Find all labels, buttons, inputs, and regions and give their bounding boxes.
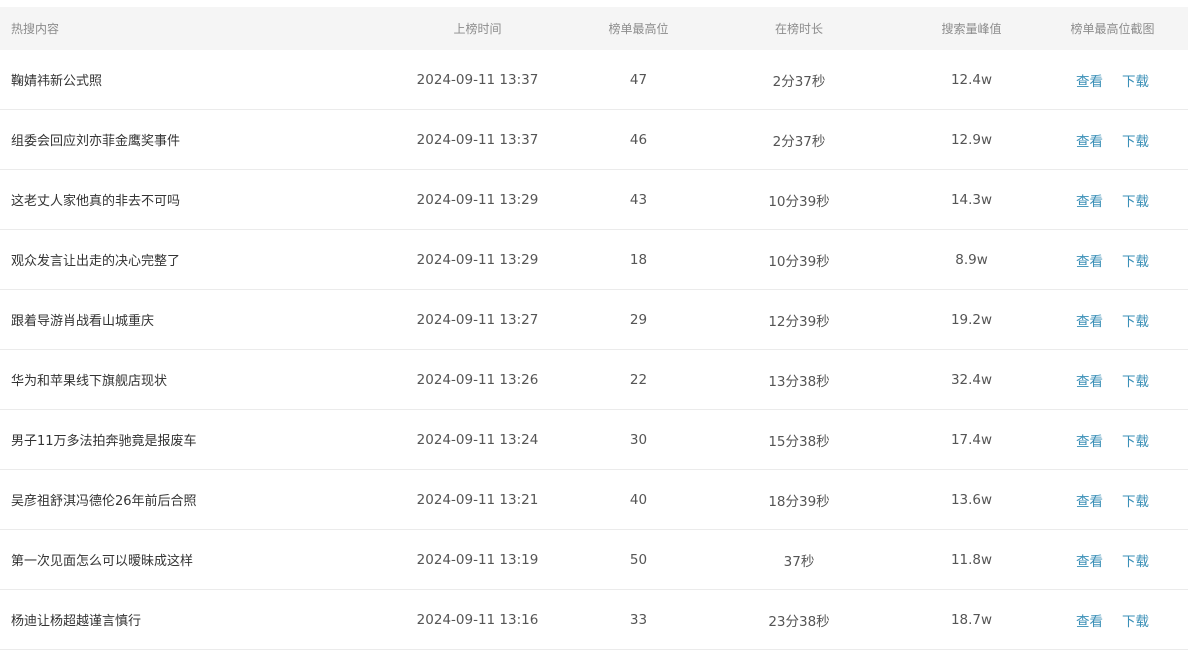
row-time: 2024-09-11 13:26 [416, 371, 539, 388]
row-title: 这老丈人家他真的非去不可吗 [11, 194, 181, 209]
row-title: 跟着导游肖战看山城重庆 [11, 314, 155, 329]
view-link[interactable]: 查看 [1076, 314, 1103, 330]
row-duration: 10分39秒 [768, 253, 830, 270]
row-peak: 17.4w [950, 431, 993, 448]
row-peak: 12.9w [950, 131, 993, 148]
row-peak: 11.8w [950, 551, 993, 568]
row-actions: 查看 下载 [1037, 490, 1188, 510]
row-rank: 47 [629, 71, 648, 88]
row-peak: 32.4w [950, 371, 993, 388]
row-duration: 13分38秒 [768, 373, 830, 390]
row-time: 2024-09-11 13:24 [416, 431, 539, 448]
row-peak: 13.6w [950, 491, 993, 508]
hot-search-table: 热搜内容 上榜时间 榜单最高位 在榜时长 搜索量峰值 榜单最高位截图 鞠婧祎新公… [0, 7, 1188, 650]
row-title: 观众发言让出走的决心完整了 [11, 254, 181, 269]
row-duration: 10分39秒 [768, 193, 830, 210]
download-link[interactable]: 下载 [1122, 254, 1149, 270]
row-rank: 18 [629, 251, 648, 268]
row-actions: 查看 下载 [1037, 610, 1188, 630]
header-peak: 搜索量峰值 [941, 22, 1002, 36]
download-link[interactable]: 下载 [1122, 314, 1149, 330]
table-row: 吴彦祖舒淇冯德伦26年前后合照 2024-09-11 13:21 40 18分39秒 1… [0, 470, 1188, 530]
row-title: 鞠婧祎新公式照 [11, 74, 103, 89]
row-time: 2024-09-11 13:29 [416, 191, 539, 208]
row-duration: 2分37秒 [772, 133, 826, 150]
table-header: 热搜内容 上榜时间 榜单最高位 在榜时长 搜索量峰值 榜单最高位截图 [0, 7, 1188, 50]
row-rank: 30 [629, 431, 648, 448]
row-actions: 查看 下载 [1037, 70, 1188, 90]
row-peak: 18.7w [950, 611, 993, 628]
row-actions: 查看 下载 [1037, 310, 1188, 330]
view-link[interactable]: 查看 [1076, 614, 1103, 630]
view-link[interactable]: 查看 [1076, 374, 1103, 390]
table-row: 华为和苹果线下旗舰店现状 2024-09-11 13:26 22 13分38秒 32.4… [0, 350, 1188, 410]
download-link[interactable]: 下载 [1122, 134, 1149, 150]
row-rank: 40 [629, 491, 648, 508]
header-title: 热搜内容 [11, 22, 60, 36]
view-link[interactable]: 查看 [1076, 434, 1103, 450]
row-time: 2024-09-11 13:37 [416, 71, 539, 88]
download-link[interactable]: 下载 [1122, 434, 1149, 450]
table-row: 男子11万多法拍奔驰竟是报废车 2024-09-11 13:24 30 15分38秒 1… [0, 410, 1188, 470]
row-rank: 33 [629, 611, 648, 628]
row-title: 组委会回应刘亦菲金鹰奖事件 [11, 134, 181, 149]
row-duration: 12分39秒 [768, 313, 830, 330]
row-time: 2024-09-11 13:16 [416, 611, 539, 628]
row-time: 2024-09-11 13:29 [416, 251, 539, 268]
row-rank: 22 [629, 371, 648, 388]
row-actions: 查看 下载 [1037, 130, 1188, 150]
row-rank: 46 [629, 131, 648, 148]
row-actions: 查看 下载 [1037, 250, 1188, 270]
download-link[interactable]: 下载 [1122, 374, 1149, 390]
row-actions: 查看 下载 [1037, 190, 1188, 210]
table-row: 观众发言让出走的决心完整了 2024-09-11 13:29 18 10分39秒 8.9… [0, 230, 1188, 290]
row-duration: 18分39秒 [768, 493, 830, 510]
row-title: 男子11万多法拍奔驰竟是报废车 [11, 434, 197, 449]
table-row: 杨迪让杨超越谨言慎行 2024-09-11 13:16 33 23分38秒 18.7w 查… [0, 590, 1188, 650]
table-body: 鞠婧祎新公式照 2024-09-11 13:37 47 2分37秒 12.4w 查看 下载组… [0, 50, 1188, 650]
row-time: 2024-09-11 13:27 [416, 311, 539, 328]
header-rank: 榜单最高位 [608, 22, 669, 36]
download-link[interactable]: 下载 [1122, 74, 1149, 90]
table-row: 跟着导游肖战看山城重庆 2024-09-11 13:27 29 12分39秒 19.2w… [0, 290, 1188, 350]
row-time: 2024-09-11 13:21 [416, 491, 539, 508]
row-duration: 2分37秒 [772, 73, 826, 90]
header-duration: 在榜时长 [774, 22, 823, 36]
row-peak: 14.3w [950, 191, 993, 208]
row-title: 杨迪让杨超越谨言慎行 [11, 614, 142, 629]
table-row: 第一次见面怎么可以暧昧成这样 2024-09-11 13:19 50 37秒 11.8w… [0, 530, 1188, 590]
download-link[interactable]: 下载 [1122, 614, 1149, 630]
row-duration: 15分38秒 [768, 433, 830, 450]
download-link[interactable]: 下载 [1122, 494, 1149, 510]
row-time: 2024-09-11 13:37 [416, 131, 539, 148]
view-link[interactable]: 查看 [1076, 134, 1103, 150]
table-row: 这老丈人家他真的非去不可吗 2024-09-11 13:29 43 10分39秒 14.… [0, 170, 1188, 230]
view-link[interactable]: 查看 [1076, 494, 1103, 510]
row-rank: 43 [629, 191, 648, 208]
row-rank: 50 [629, 551, 648, 568]
download-link[interactable]: 下载 [1122, 554, 1149, 570]
row-duration: 37秒 [783, 553, 815, 570]
row-actions: 查看 下载 [1037, 370, 1188, 390]
header-time: 上榜时间 [453, 22, 502, 36]
row-title: 吴彦祖舒淇冯德伦26年前后合照 [11, 494, 197, 509]
table-row: 组委会回应刘亦菲金鹰奖事件 2024-09-11 13:37 46 2分37秒 12.9… [0, 110, 1188, 170]
table-row: 鞠婧祎新公式照 2024-09-11 13:37 47 2分37秒 12.4w 查看 下载 [0, 50, 1188, 110]
row-actions: 查看 下载 [1037, 430, 1188, 450]
row-time: 2024-09-11 13:19 [416, 551, 539, 568]
row-peak: 12.4w [950, 71, 993, 88]
view-link[interactable]: 查看 [1076, 74, 1103, 90]
row-rank: 29 [629, 311, 648, 328]
download-link[interactable]: 下载 [1122, 194, 1149, 210]
view-link[interactable]: 查看 [1076, 194, 1103, 210]
header-screenshot: 榜单最高位截图 [1070, 22, 1155, 36]
row-actions: 查看 下载 [1037, 550, 1188, 570]
row-peak: 8.9w [955, 251, 988, 268]
view-link[interactable]: 查看 [1076, 554, 1103, 570]
row-duration: 23分38秒 [768, 613, 830, 630]
view-link[interactable]: 查看 [1076, 254, 1103, 270]
row-peak: 19.2w [950, 311, 993, 328]
row-title: 第一次见面怎么可以暧昧成这样 [11, 554, 194, 569]
row-title: 华为和苹果线下旗舰店现状 [11, 374, 168, 389]
